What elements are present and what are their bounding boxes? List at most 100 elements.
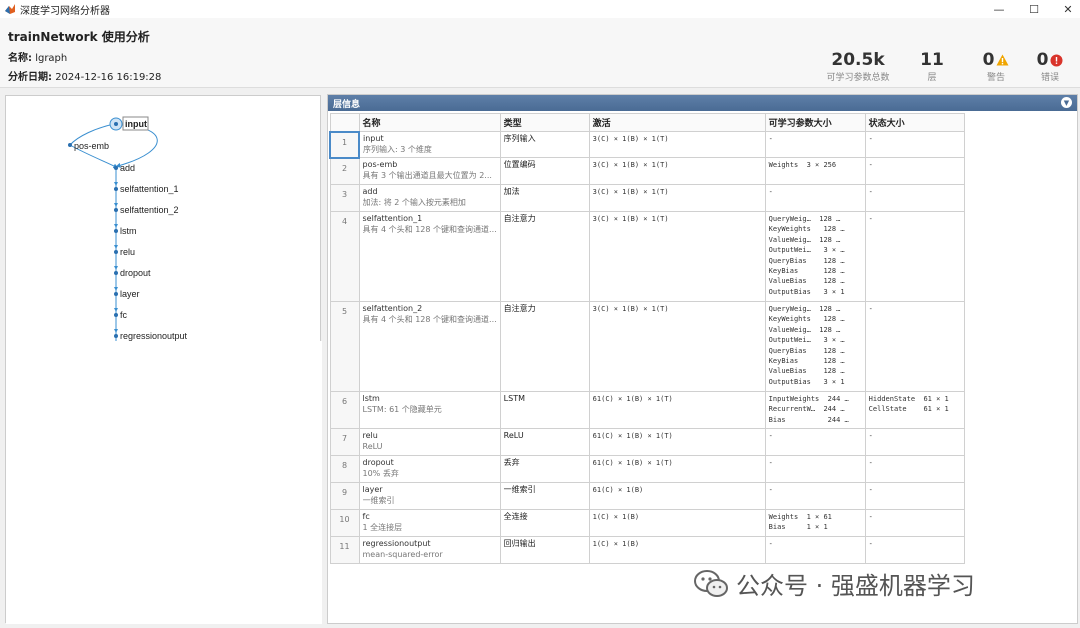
network-graph[interactable]: input pos-emb add selfattention_1 selfat… [6,96,322,624]
table-row[interactable]: 10 fc 1 全连接层 全连接 1(C) × 1(B) Weights 1 × 61 Bi… [329,509,965,537]
cell-type: LSTM [499,391,590,429]
learnable-entry: OutputWei… 3 × … [768,336,845,345]
watermark-text: 公众号 · 强盛机器学习 [736,572,975,600]
analysis-date: 分析日期: 2024-12-16 16:19:28 [8,68,161,83]
activation-size: 61(C) × 1(B) × 1(T) [592,432,673,440]
cell-learnables: - [764,428,866,456]
col-activation[interactable]: 激活 [588,113,766,132]
table-row[interactable]: 3 add 加法: 将 2 个输入按元素相加 加法 3(C) × 1(B) × 1(T)… [329,184,965,212]
maximize-button[interactable]: ☐ [1016,0,1052,18]
analysis-header: trainNetwork 使用分析 名称: lgraph 分析日期: 2024-… [0,18,1080,88]
layer-name: input [363,134,384,143]
activation-size: 61(C) × 1(B) [592,486,644,494]
table-row[interactable]: 4 selfattention_1 具有 4 个头和 128 个键和查询通道... 自… [329,211,965,302]
table-row[interactable]: 5 selfattention_2 具有 4 个头和 128 个键和查询通道... 自… [329,301,965,392]
learnable-entry: - [768,486,773,494]
stat-label: 层 [927,73,937,83]
node-label-fc[interactable]: fc [120,310,128,320]
learnable-entry: - [768,135,773,143]
learnable-entry: OutputBias 3 × 1 [768,287,845,296]
node-label-input[interactable]: input [125,119,147,129]
node-label-lstm[interactable]: lstm [120,226,137,236]
close-button[interactable]: ✕ [1050,0,1080,18]
row-index: 3 [329,184,360,212]
col-learnables[interactable]: 可学习参数大小 [764,113,866,132]
network-graph-panel[interactable]: input pos-emb add selfattention_1 selfat… [5,95,322,624]
cell-activation: 61(C) × 1(B) × 1(T) [588,428,766,456]
page-title: trainNetwork 使用分析 [8,30,150,44]
cell-name: selfattention_1 具有 4 个头和 128 个键和查询通道... [358,211,501,302]
node-label-relu[interactable]: relu [120,247,135,257]
layer-description: 序列输入: 3 个维度 [363,144,432,154]
activation-size: 3(C) × 1(B) × 1(T) [592,305,669,313]
cell-activation: 1(C) × 1(B) [588,509,766,537]
node-input-dot [114,122,118,126]
row-index: 6 [329,391,360,429]
node-label-layer[interactable]: layer [120,289,140,299]
node-label-dropout[interactable]: dropout [120,268,151,278]
col-states[interactable]: 状态大小 [864,113,965,132]
layer-description: ReLU [362,441,383,451]
node-label-selfattention-2[interactable]: selfattention_2 [120,205,179,215]
state-entry: - [868,513,873,521]
stat-learnables: 20.5k 可学习参数总数 [826,50,890,83]
cell-activation: 61(C) × 1(B) × 1(T) [588,391,766,429]
learnable-entry: QueryBias 128 … [768,346,845,355]
table-row[interactable]: 7 relu ReLU ReLU 61(C) × 1(B) × 1(T) - - [329,428,965,456]
learnable-entry: - [768,540,773,548]
layer-description: 具有 3 个输出通道且最大位置为 2... [362,170,492,180]
table-row[interactable]: 8 dropout 10% 丢弃 丢弃 61(C) × 1(B) × 1(T) - - [329,455,965,483]
table-row[interactable]: 9 layer 一维索引 一维索引 61(C) × 1(B) - - [329,482,965,510]
learnable-entry: OutputWei… 3 × … [768,246,845,255]
cell-name: add 加法: 将 2 个输入按元素相加 [358,184,501,212]
table-header-row: 名称 类型 激活 可学习参数大小 状态大小 [329,113,965,132]
table-row[interactable]: 11 regressionoutput mean-squared-error 回归输出… [329,536,965,564]
matlab-logo-icon [5,4,15,14]
state-entry: - [868,305,873,313]
stat-label: 可学习参数总数 [826,73,890,83]
activation-size: 3(C) × 1(B) × 1(T) [592,188,669,196]
error-icon [1050,54,1063,66]
col-index [329,113,360,132]
row-index: 1 [329,130,360,159]
col-type[interactable]: 类型 [499,113,590,132]
node-label-regressionoutput[interactable]: regressionoutput [120,331,188,341]
activation-size: 3(C) × 1(B) × 1(T) [592,215,669,223]
learnable-entry: QueryWeig… 128 … [768,215,841,223]
layer-description: 1 全连接层 [362,522,403,532]
node-label-selfattention-1[interactable]: selfattention_1 [120,184,179,194]
cell-activation: 3(C) × 1(B) × 1(T) [588,184,766,212]
stat-label: 警告 [986,73,1005,83]
watermark: 公众号 · 强盛机器学习 [694,566,975,601]
layer-name: relu [362,431,378,440]
node-label-add[interactable]: add [120,163,135,173]
layer-name: layer [362,485,383,494]
cell-learnables: InputWeights 244 … RecurrentW… 244 … Bias … [764,391,866,429]
cell-states: - [864,509,965,537]
row-index: 11 [329,536,360,564]
node-posemb-dot[interactable] [68,143,72,147]
table-row[interactable]: 6 lstm LSTM: 61 个隐藏单元 LSTM 61(C) × 1(B) × 1(… [329,391,965,429]
cell-name: input 序列输入: 3 个维度 [358,131,501,158]
cell-states: - [864,428,965,456]
learnable-entry: ValueBias 128 … [768,277,845,286]
cell-states: - [864,184,965,212]
col-name[interactable]: 名称 [358,113,501,132]
learnable-entry: Weights 3 × 256 [768,161,837,169]
stat-errors[interactable]: 0 错误 [1028,50,1072,83]
cell-activation: 3(C) × 1(B) × 1(T) [588,211,766,302]
row-index: 10 [329,509,360,537]
activation-size: 1(C) × 1(B) [592,513,640,521]
collapse-chevron-icon[interactable]: ▼ [1061,97,1072,108]
stat-value: 0 [1036,50,1049,70]
state-entry: - [868,215,873,223]
minimize-button[interactable]: — [981,0,1017,18]
cell-states: HiddenState 61 × 1 CellState 61 × 1 [864,391,965,429]
table-row[interactable]: 2 pos-emb 具有 3 个输出通道且最大位置为 2... 位置编码 3(C) × … [329,157,965,185]
cell-type: 序列输入 [499,131,590,158]
stat-warnings[interactable]: 0 警告 [974,50,1018,83]
table-row[interactable]: 1 input 序列输入: 3 个维度 序列输入 3(C) × 1(B) × 1(T) -… [329,130,965,159]
node-label-pos-emb[interactable]: pos-emb [74,141,109,151]
cell-type: ReLU [499,428,590,456]
layer-description: 10% 丢弃 [362,468,399,478]
